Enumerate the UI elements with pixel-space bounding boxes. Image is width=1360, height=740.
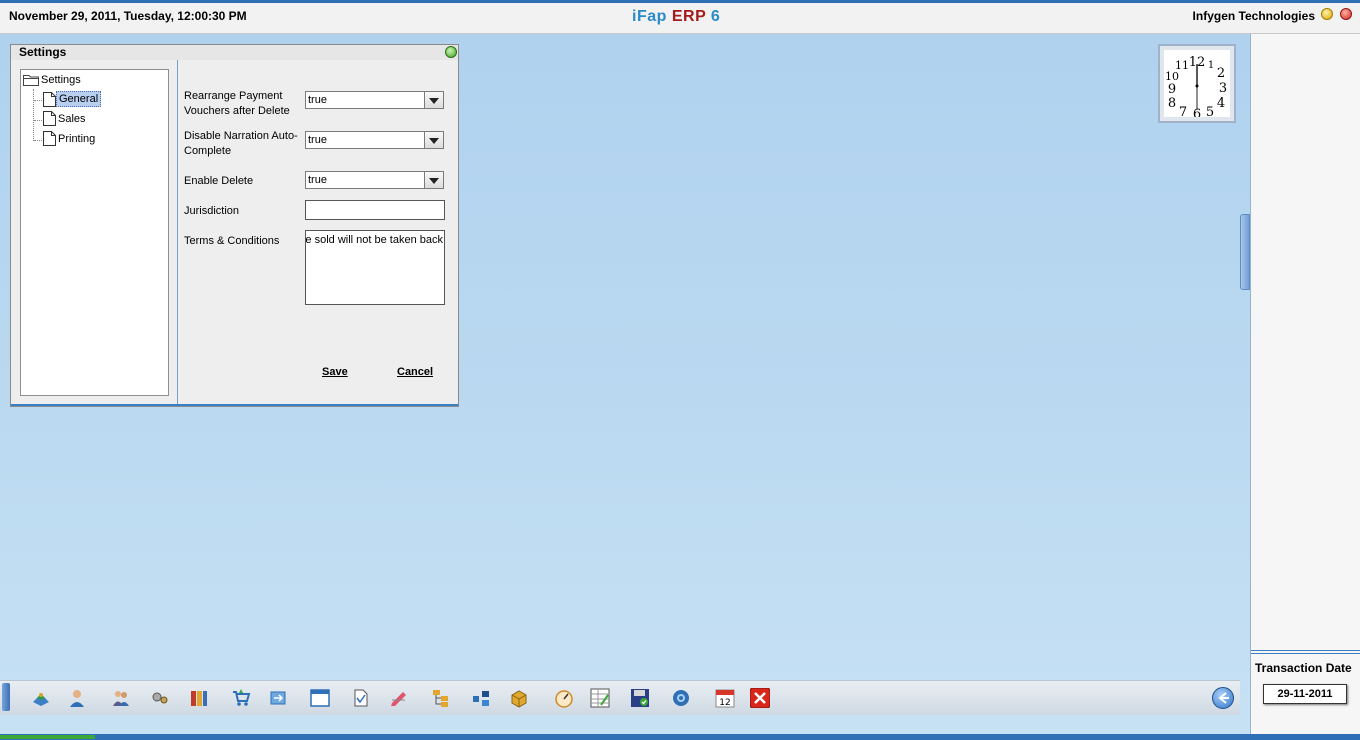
status-progress-indicator	[0, 735, 95, 739]
transaction-date-label: Transaction Date	[1255, 661, 1352, 675]
clock-number-5: 5	[1206, 105, 1214, 117]
close-app-button[interactable]	[1340, 8, 1352, 20]
bottom-status-strip	[0, 734, 1360, 740]
tree-connector	[33, 89, 34, 141]
group-icon[interactable]	[111, 688, 131, 708]
current-datetime: November 29, 2011, Tuesday, 12:00:30 PM	[9, 9, 247, 23]
disable-narration-select[interactable]: true	[305, 131, 444, 149]
tree-item-label: Printing	[58, 132, 96, 145]
books-icon[interactable]	[189, 688, 209, 708]
tree-branch-line	[34, 120, 42, 121]
box-icon[interactable]	[509, 688, 529, 708]
right-info-panel: Transaction Date 29-11-2011	[1250, 34, 1360, 734]
terms-conditions-textarea[interactable]: e sold will not be taken back	[305, 230, 445, 305]
panel-separator	[1251, 650, 1360, 654]
clock-number-8: 8	[1168, 96, 1176, 111]
spreadsheet-icon[interactable]	[590, 688, 610, 708]
tree-branch-line	[34, 140, 42, 141]
clock-icon: 12 1 2 3 4 5 6 7 8 9 10 11	[1165, 55, 1227, 122]
minimize-app-button[interactable]	[1321, 8, 1333, 20]
clock-number-3: 3	[1219, 81, 1227, 96]
tree-branch-line	[34, 100, 42, 101]
rearrange-vouchers-label: Rearrange Payment Vouchers after Delete	[184, 90, 290, 117]
app-title-part1: iFap	[632, 8, 672, 25]
calendar-icon[interactable]: 12	[715, 688, 735, 708]
close-window-button[interactable]	[445, 46, 457, 58]
window-bottom-border	[11, 404, 458, 406]
chevron-down-icon[interactable]	[424, 132, 443, 148]
tree-root-settings[interactable]: Settings	[23, 73, 83, 87]
clock-number-2: 2	[1217, 66, 1225, 81]
gear-cog-icon[interactable]	[150, 688, 170, 708]
rearrange-vouchers-select[interactable]: true	[305, 91, 444, 109]
back-arrow-icon[interactable]	[1212, 687, 1234, 709]
analog-clock-widget: 12 1 2 3 4 5 6 7 8 9 10 11	[1158, 44, 1236, 123]
document-icon	[43, 131, 56, 146]
clock-number-9: 9	[1168, 82, 1176, 97]
bottom-taskbar: 12	[0, 680, 1240, 715]
cancel-button[interactable]: Cancel	[397, 366, 433, 378]
app-title-part3: 6	[705, 8, 721, 25]
save-disk-icon[interactable]	[630, 688, 650, 708]
edit-icon[interactable]	[389, 688, 409, 708]
enable-delete-select[interactable]: true	[305, 171, 444, 189]
tree-item-sales[interactable]: Sales	[43, 111, 88, 126]
transfer-icon[interactable]	[268, 688, 288, 708]
select-value: true	[308, 174, 327, 186]
exit-icon[interactable]	[749, 687, 771, 709]
side-panel-toggle[interactable]	[1240, 214, 1250, 290]
dashboard-icon[interactable]	[554, 688, 574, 708]
tree-item-printing[interactable]: Printing	[43, 131, 97, 146]
folder-icon	[23, 75, 39, 86]
clock-number-1: 1	[1208, 60, 1214, 71]
settings-window: Settings Settings General Sales Printing…	[10, 44, 459, 407]
network-icon[interactable]	[471, 688, 491, 708]
chevron-down-icon[interactable]	[424, 172, 443, 188]
tree-item-general[interactable]: General	[43, 91, 102, 107]
taskbar-expand-handle[interactable]	[2, 683, 10, 711]
terms-conditions-label: Terms & Conditions	[184, 235, 280, 247]
jurisdiction-input[interactable]	[305, 200, 445, 220]
document-icon	[43, 91, 56, 107]
settings-window-title: Settings	[11, 45, 458, 60]
map-icon[interactable]	[31, 688, 51, 708]
clock-face: 12 1 2 3 4 5 6 7 8 9 10 11	[1164, 50, 1230, 122]
terms-conditions-text: e sold will not be taken back	[305, 234, 443, 246]
tree-icon[interactable]	[431, 688, 451, 708]
pane-divider	[177, 60, 178, 404]
transaction-date-field[interactable]: 29-11-2011	[1263, 684, 1347, 704]
window-icon[interactable]	[310, 688, 330, 708]
save-button[interactable]: Save	[322, 366, 348, 378]
enable-delete-label: Enable Delete	[184, 175, 254, 187]
document-icon[interactable]	[351, 688, 371, 708]
clock-number-11: 11	[1175, 59, 1189, 72]
app-title-part2: ERP	[671, 8, 706, 25]
jurisdiction-label: Jurisdiction	[184, 205, 240, 217]
select-value: true	[308, 94, 327, 106]
app-title: iFap ERP 6	[632, 8, 720, 26]
tree-item-label: General	[56, 91, 102, 107]
settings-icon[interactable]	[671, 688, 691, 708]
company-name: Infygen Technologies	[1192, 9, 1315, 23]
tree-item-label: Sales	[58, 112, 86, 125]
tree-root-label: Settings	[41, 74, 81, 86]
document-icon	[43, 111, 56, 126]
cart-icon[interactable]	[231, 688, 251, 708]
top-header-bar: November 29, 2011, Tuesday, 12:00:30 PM …	[0, 0, 1360, 34]
disable-narration-label: Disable Narration Auto-Complete	[184, 130, 298, 157]
settings-tree: Settings General Sales Printing	[20, 69, 169, 396]
user-icon[interactable]	[67, 688, 87, 708]
clock-number-7: 7	[1179, 105, 1187, 117]
clock-number-4: 4	[1217, 96, 1225, 111]
chevron-down-icon[interactable]	[424, 92, 443, 108]
calendar-day: 12	[719, 698, 730, 708]
select-value: true	[308, 134, 327, 146]
